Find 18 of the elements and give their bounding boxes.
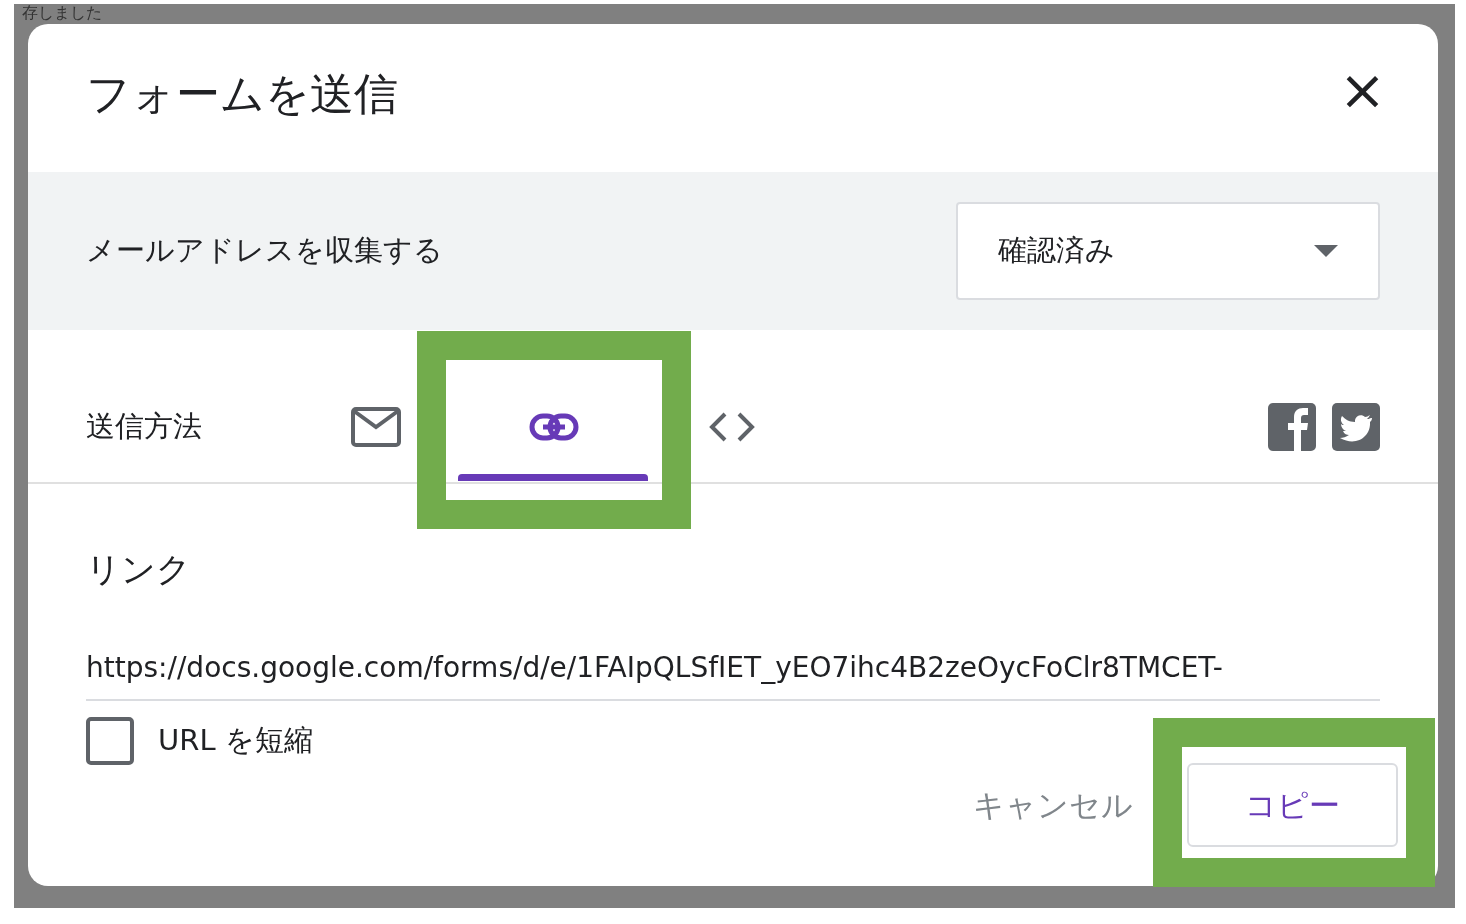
verification-dropdown[interactable]: 確認済み xyxy=(956,202,1380,300)
background-text: 存しました xyxy=(22,3,102,22)
link-url-field[interactable]: https://docs.google.com/forms/d/e/1FAIpQLSfIET_yEO7ihc4B2zeOycFoClr8TMCET- xyxy=(86,647,1380,701)
twitter-icon[interactable] xyxy=(1332,403,1380,451)
cancel-button[interactable]: キャンセル xyxy=(943,781,1163,829)
facebook-icon[interactable] xyxy=(1268,403,1316,451)
email-collection-label: メールアドレスを収集する xyxy=(86,232,443,270)
shorten-url-label: URL を短縮 xyxy=(158,722,313,760)
envelope-icon xyxy=(351,407,401,447)
dropdown-arrow-icon xyxy=(1314,245,1338,257)
shorten-url-checkbox[interactable] xyxy=(86,717,134,765)
send-method-label: 送信方法 xyxy=(86,408,203,446)
code-brackets-icon xyxy=(707,411,757,443)
close-button[interactable]: × xyxy=(1339,62,1386,118)
copy-button[interactable]: コピー xyxy=(1187,763,1398,847)
link-icon xyxy=(529,413,579,441)
dialog-title: フォームを送信 xyxy=(86,68,398,121)
link-heading: リンク xyxy=(86,548,192,591)
